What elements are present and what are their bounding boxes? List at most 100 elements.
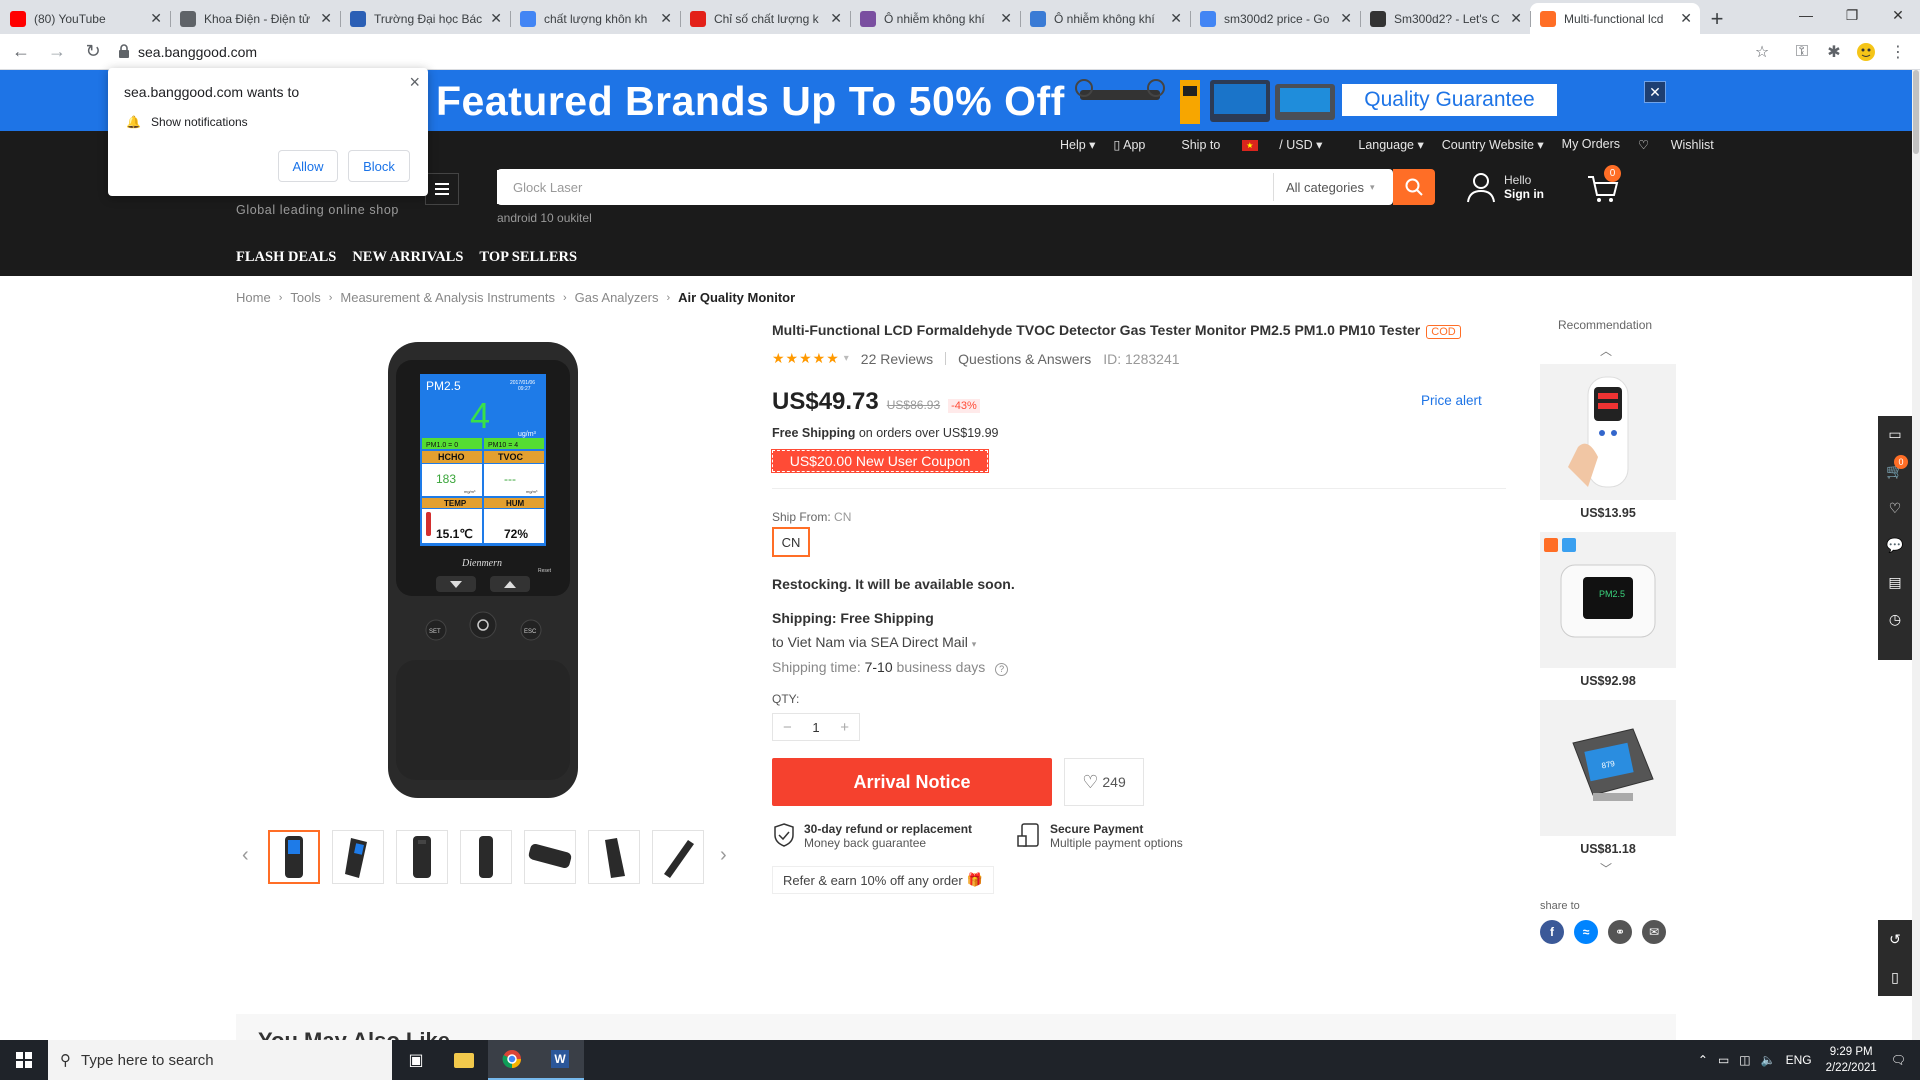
- chevron-down-icon[interactable]: ▾: [844, 353, 849, 364]
- top-sellers-link[interactable]: TOP SELLERS: [479, 249, 577, 266]
- ship-from-option-cn[interactable]: CN: [772, 527, 810, 557]
- browser-tab[interactable]: Ô nhiễm không khí ✕: [1020, 3, 1190, 34]
- notifications-icon[interactable]: 🗨: [1891, 1053, 1906, 1067]
- rec-up-icon[interactable]: ︿: [1600, 342, 1612, 359]
- new-user-coupon[interactable]: US$20.00 New User Coupon: [771, 449, 989, 473]
- file-explorer-icon[interactable]: [440, 1040, 488, 1080]
- ticket-icon[interactable]: ▤: [1878, 564, 1912, 601]
- new-tab-button[interactable]: +: [1700, 3, 1734, 34]
- network-icon[interactable]: ◫: [1739, 1053, 1750, 1067]
- thumbnail[interactable]: [332, 830, 384, 884]
- scrollbar-thumb[interactable]: [1913, 70, 1919, 154]
- recommendation-item[interactable]: 879 US$81.18: [1540, 700, 1676, 856]
- tab-close-icon[interactable]: ✕: [1680, 10, 1692, 27]
- facebook-icon[interactable]: f: [1540, 920, 1564, 944]
- language-link[interactable]: Language ▾: [1358, 137, 1423, 152]
- menu-kebab-icon[interactable]: ⋮: [1888, 42, 1908, 62]
- help-link[interactable]: Help ▾: [1060, 137, 1095, 152]
- thumbnail[interactable]: [524, 830, 576, 884]
- back-icon[interactable]: ←: [6, 37, 36, 67]
- battery-icon[interactable]: ▭: [1718, 1053, 1729, 1067]
- search-category-select[interactable]: All categories ▾: [1273, 173, 1393, 201]
- thumbnail[interactable]: [396, 830, 448, 884]
- windows-start-button[interactable]: [0, 1040, 48, 1080]
- tab-close-icon[interactable]: ✕: [1000, 10, 1012, 27]
- tab-close-icon[interactable]: ✕: [490, 10, 502, 27]
- search-input[interactable]: [497, 170, 1273, 204]
- my-orders-link[interactable]: My Orders: [1562, 137, 1620, 152]
- browser-tab[interactable]: Trường Đại học Bác ✕: [340, 3, 510, 34]
- qty-input[interactable]: 1: [802, 720, 831, 735]
- feedback-icon[interactable]: ↺: [1878, 920, 1912, 958]
- qty-minus-button[interactable]: −: [773, 719, 802, 736]
- refer-earn-button[interactable]: Refer & earn 10% off any order 🎁: [772, 866, 994, 894]
- close-window-button[interactable]: ✕: [1875, 0, 1920, 30]
- breadcrumb-tools[interactable]: Tools: [290, 290, 320, 305]
- allow-button[interactable]: Allow: [278, 150, 338, 182]
- reload-icon[interactable]: ↻: [78, 37, 108, 67]
- recommendation-item[interactable]: PM2.5 US$92.98: [1540, 532, 1676, 688]
- flash-deals-link[interactable]: FLASH DEALS: [236, 249, 336, 266]
- browser-tab[interactable]: sm300d2 price - Go ✕: [1190, 3, 1360, 34]
- category-menu-icon[interactable]: [425, 173, 459, 205]
- browser-tab[interactable]: Sm300d2? - Let's C ✕: [1360, 3, 1530, 34]
- block-button[interactable]: Block: [348, 150, 410, 182]
- extensions-puzzle-icon[interactable]: ✱: [1824, 42, 1844, 62]
- language-indicator[interactable]: ENG: [1786, 1053, 1812, 1067]
- search-hint-link[interactable]: android 10 oukitel: [497, 211, 592, 225]
- link-icon[interactable]: ⚭: [1608, 920, 1632, 944]
- chrome-icon[interactable]: [488, 1040, 536, 1080]
- browser-tab[interactable]: chất lượng khôn kh ✕: [510, 3, 680, 34]
- chat-icon[interactable]: 💬: [1878, 527, 1912, 564]
- browser-tab[interactable]: Ô nhiễm không khí ✕: [850, 3, 1020, 34]
- browser-tab[interactable]: (80) YouTube ✕: [0, 3, 170, 34]
- clock[interactable]: 9:29 PM 2/22/2021: [1826, 1044, 1877, 1076]
- new-arrivals-link[interactable]: NEW ARRIVALS: [352, 249, 463, 266]
- help-circle-icon[interactable]: ?: [995, 663, 1009, 676]
- bookmark-star-icon[interactable]: ☆: [1752, 42, 1772, 62]
- history-icon[interactable]: ◷: [1878, 601, 1912, 638]
- profile-avatar[interactable]: [1856, 42, 1876, 62]
- thumbnail[interactable]: [268, 830, 320, 884]
- browser-tab[interactable]: Multi-functional lcd ✕: [1530, 3, 1700, 34]
- minimize-button[interactable]: —: [1783, 0, 1829, 30]
- ship-to-link[interactable]: Ship to ★ / USD ▾: [1181, 137, 1340, 152]
- taskbar-search[interactable]: ⚲ Type here to search: [48, 1040, 392, 1080]
- promo-close-icon[interactable]: ✕: [1644, 81, 1666, 103]
- app-link[interactable]: ▯ App: [1113, 137, 1163, 152]
- coupon-icon[interactable]: ▭: [1878, 416, 1912, 453]
- search-button[interactable]: [1393, 169, 1435, 205]
- tab-close-icon[interactable]: ✕: [660, 10, 672, 27]
- add-to-wishlist-button[interactable]: ♡ 249: [1064, 758, 1144, 806]
- scrollbar-track[interactable]: [1912, 70, 1920, 1040]
- cart-rail-icon[interactable]: 🛒 0: [1878, 453, 1912, 490]
- address-bar[interactable]: sea.banggood.com: [108, 38, 1768, 66]
- shipping-method-select[interactable]: to Viet Nam via SEA Direct Mail ▾: [772, 634, 976, 650]
- arrival-notice-button[interactable]: Arrival Notice: [772, 758, 1052, 806]
- tab-close-icon[interactable]: ✕: [150, 10, 162, 27]
- forward-icon[interactable]: →: [42, 37, 72, 67]
- task-view-icon[interactable]: ▣: [392, 1040, 440, 1080]
- cart-button[interactable]: 0: [1586, 165, 1621, 205]
- word-icon[interactable]: W: [536, 1040, 584, 1080]
- breadcrumb-gas-analyzers[interactable]: Gas Analyzers: [575, 290, 659, 305]
- popup-close-icon[interactable]: ×: [409, 72, 420, 93]
- reviews-link[interactable]: 22 Reviews: [861, 351, 933, 367]
- sign-in-link[interactable]: Sign in: [1504, 187, 1544, 201]
- price-alert-link[interactable]: Price alert: [1421, 393, 1482, 408]
- chevron-up-icon[interactable]: ⌃: [1698, 1053, 1708, 1067]
- qty-plus-button[interactable]: +: [830, 719, 859, 736]
- volume-icon[interactable]: 🔈: [1761, 1053, 1776, 1067]
- tab-close-icon[interactable]: ✕: [1170, 10, 1182, 27]
- browser-tab[interactable]: Chỉ số chất lượng k ✕: [680, 3, 850, 34]
- tab-close-icon[interactable]: ✕: [830, 10, 842, 27]
- email-icon[interactable]: ✉: [1642, 920, 1666, 944]
- thumbnail[interactable]: [588, 830, 640, 884]
- thumb-prev-icon[interactable]: ‹: [242, 844, 249, 867]
- breadcrumb-home[interactable]: Home: [236, 290, 271, 305]
- browser-tab[interactable]: Khoa Điện - Điện tử ✕: [170, 3, 340, 34]
- tab-close-icon[interactable]: ✕: [1340, 10, 1352, 27]
- extension-icon[interactable]: ⚿: [1792, 42, 1812, 62]
- qa-link[interactable]: Questions & Answers: [958, 351, 1091, 367]
- wishlist-rail-icon[interactable]: ♡: [1878, 490, 1912, 527]
